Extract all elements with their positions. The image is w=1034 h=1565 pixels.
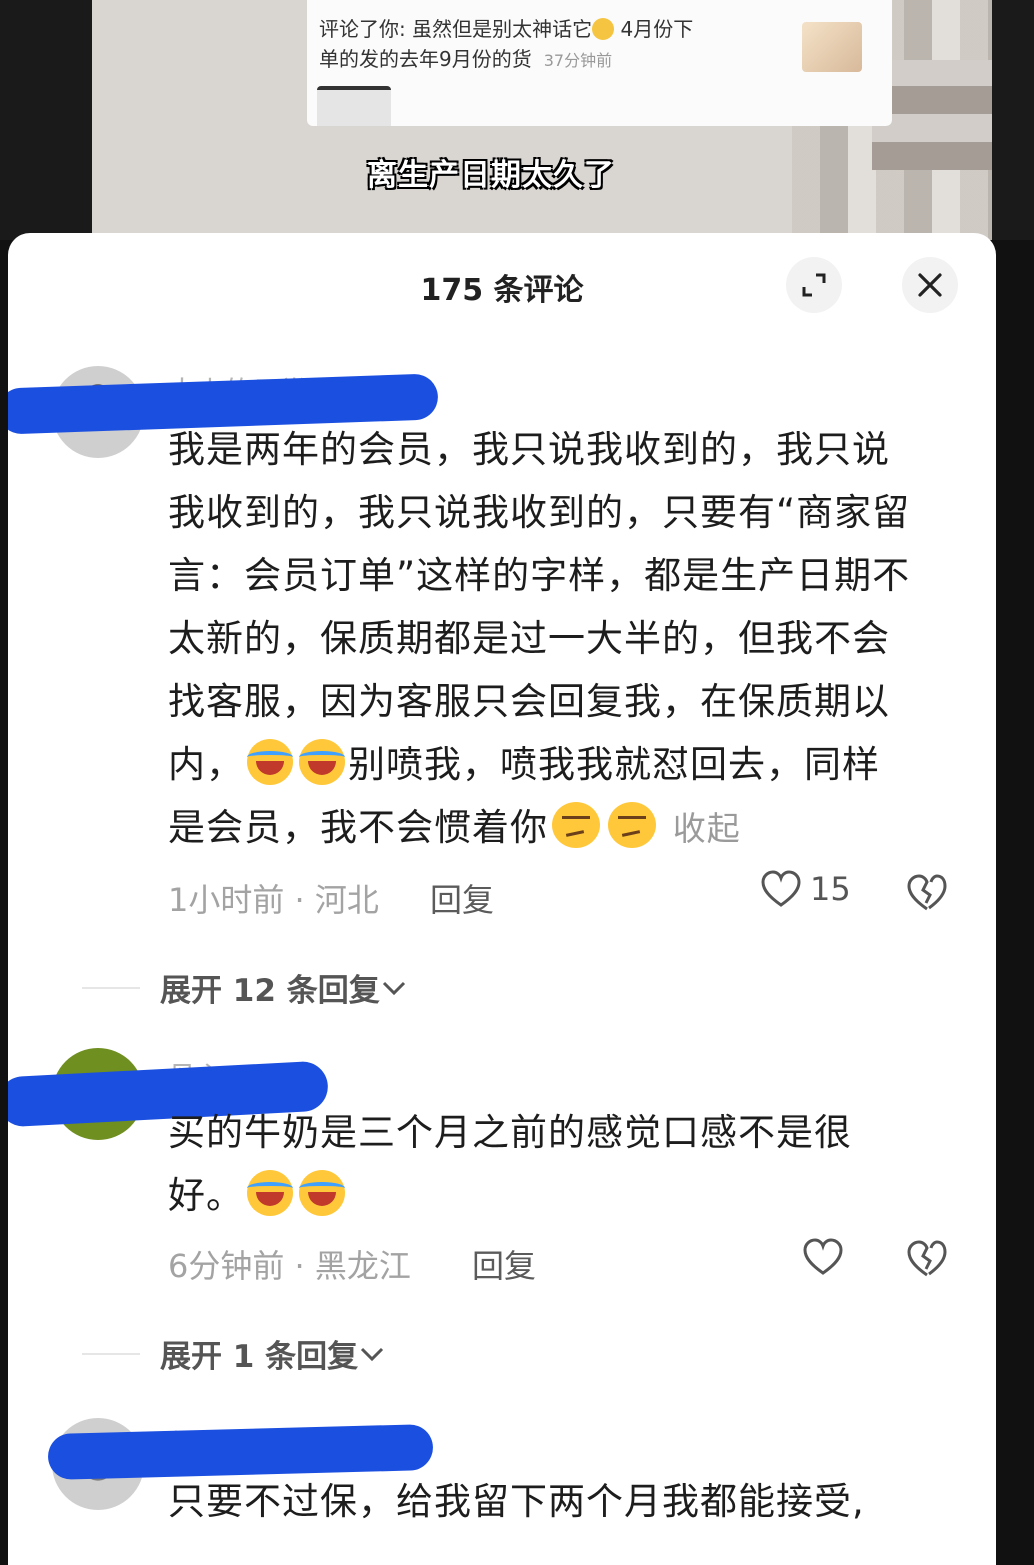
- comment-text: 我是两年的会员，我只说我收到的，我只说 我收到的，我只说我收到的，只要有“商家留…: [168, 428, 911, 849]
- expand-icon: [802, 273, 826, 297]
- dislike-button[interactable]: [906, 873, 948, 917]
- like-button[interactable]: 15: [760, 869, 851, 909]
- laugh-cry-emoji-icon: [299, 739, 345, 785]
- comment-text: 买的牛奶是三个月之前的感觉口感不是很 好。: [168, 1111, 852, 1217]
- like-button[interactable]: [802, 1237, 844, 1277]
- broken-heart-icon: [907, 874, 947, 911]
- comment-meta: 1小时前 · 河北: [168, 881, 379, 919]
- laugh-cry-emoji-icon: [299, 1170, 345, 1216]
- laugh-cry-emoji-icon: [247, 739, 293, 785]
- close-sheet-button[interactable]: [902, 257, 958, 313]
- chevron-down-icon: [361, 1347, 384, 1361]
- dislike-button[interactable]: [906, 1239, 948, 1283]
- reply-button[interactable]: 回复: [472, 1241, 536, 1287]
- laugh-cry-emoji-icon: [247, 1170, 293, 1216]
- video-caption: 离生产日期太久了: [367, 158, 615, 193]
- expand-sheet-button[interactable]: [786, 257, 842, 313]
- video-left-edge: [0, 0, 92, 240]
- notification-time: 37分钟前: [543, 51, 613, 70]
- comment-text: 只要不过保，给我留下两个月我都能接受,: [168, 1480, 865, 1523]
- reply-button[interactable]: 回复: [430, 875, 494, 921]
- expand-replies-button[interactable]: 展开 12 条回复: [82, 965, 408, 1010]
- comment-sheet: 175 条评论 大山的日常 我是两年的会员，我只说我收到的，我只说 我收到的，我…: [8, 233, 996, 1565]
- close-icon: [918, 273, 942, 297]
- heart-icon: [761, 870, 801, 907]
- expand-replies-button[interactable]: 展开 1 条回复: [82, 1331, 386, 1376]
- video-notification-card: 评论了你: 虽然但是别太神话它 4月份下 单的发的去年9月份的货 37分钟前: [307, 0, 892, 126]
- chevron-down-icon: [382, 981, 405, 995]
- smirk-emoji-icon: [552, 802, 600, 848]
- comment-count-title: 175 条评论: [420, 273, 584, 308]
- notification-image: [802, 22, 862, 72]
- smirk-emoji-icon: [608, 802, 656, 848]
- heart-icon: [803, 1238, 843, 1275]
- video-player[interactable]: 评论了你: 虽然但是别太神话它 4月份下 单的发的去年9月份的货 37分钟前 离生…: [92, 0, 992, 240]
- comment-meta: 6分钟前 · 黑龙江: [168, 1247, 411, 1285]
- thinking-emoji-icon: [592, 18, 615, 40]
- notification-text: 评论了你: 虽然但是别太神话它 4月份下 单的发的去年9月份的货 37分钟前: [319, 17, 694, 71]
- collapse-text-button[interactable]: 收起: [673, 809, 741, 848]
- like-count: 15: [810, 870, 851, 908]
- broken-heart-icon: [907, 1240, 947, 1277]
- video-right-edge: [992, 0, 1034, 240]
- notification-thumbnail: [317, 86, 391, 126]
